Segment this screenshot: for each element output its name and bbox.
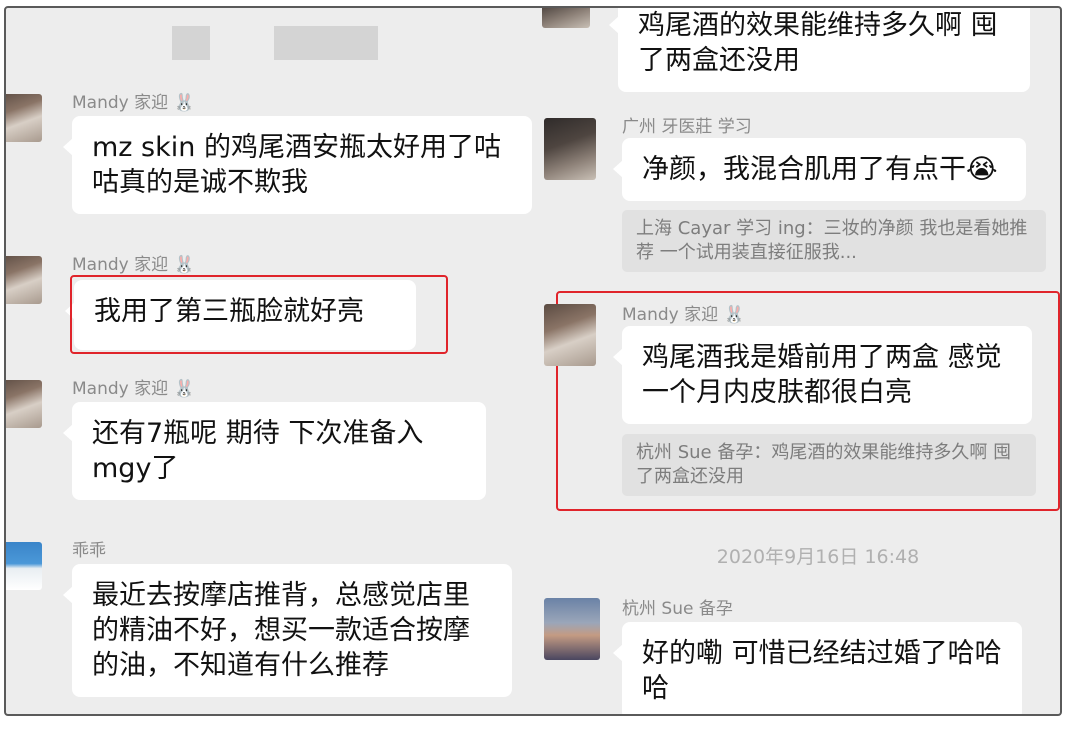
avatar[interactable] [544, 118, 596, 180]
sender-name: Mandy 家迎 🐰 [72, 255, 195, 275]
message-bubble[interactable]: 鸡尾酒的效果能维持多久啊 囤了两盒还没用 [609, 8, 1030, 92]
blurred-title [172, 26, 210, 60]
bunny-icon: 🐰 [173, 255, 195, 275]
message-bubble[interactable]: 鸡尾酒我是婚前用了两盒 感觉一个月内皮肤都很白亮 [613, 326, 1032, 424]
message-bubble[interactable]: 还有7瓶呢 期待 下次准备入mgy了 [63, 402, 486, 500]
avatar[interactable] [6, 542, 42, 590]
sender-name: Mandy 家迎 🐰 [72, 379, 195, 399]
avatar[interactable] [544, 598, 600, 660]
sender-name: 广州 牙医莊 学习 [622, 117, 752, 137]
quoted-reply: 杭州 Sue 备孕：鸡尾酒的效果能维持多久啊 囤了两盒还没用 [622, 434, 1036, 496]
highlight-box [70, 275, 448, 354]
left-chat-panel[interactable]: Mandy 家迎 🐰 mz skin 的鸡尾酒安瓶太好用了咕咕真的是诚不欺我 M… [6, 8, 536, 714]
avatar[interactable] [544, 304, 596, 366]
bunny-icon: 🐰 [723, 305, 745, 325]
chat-screenshot-frame: Mandy 家迎 🐰 mz skin 的鸡尾酒安瓶太好用了咕咕真的是诚不欺我 M… [4, 6, 1062, 716]
right-chat-panel[interactable]: 鸡尾酒的效果能维持多久啊 囤了两盒还没用 广州 牙医莊 学习 净颜，我混合肌用了… [538, 8, 1060, 714]
message-bubble[interactable]: 好的嘞 可惜已经结过婚了哈哈哈 [613, 622, 1022, 714]
bunny-icon: 🐰 [173, 379, 195, 399]
timestamp: 2020年9月16日 16:48 [716, 546, 920, 568]
blurred-title [274, 26, 378, 60]
avatar[interactable] [6, 380, 42, 428]
sender-name: 乖乖 [72, 541, 106, 561]
bunny-icon: 🐰 [173, 93, 195, 113]
sender-name: Mandy 家迎 🐰 [72, 93, 195, 113]
sender-name: Mandy 家迎 🐰 [622, 305, 745, 325]
avatar[interactable] [6, 256, 42, 304]
message-bubble[interactable]: mz skin 的鸡尾酒安瓶太好用了咕咕真的是诚不欺我 [63, 116, 532, 214]
message-bubble[interactable]: 净颜，我混合肌用了有点干😭 [613, 138, 1026, 201]
avatar[interactable] [6, 94, 42, 142]
quoted-reply: 上海 Cayar 学习 ing：三妆的净颜 我也是看她推荐 一个试用装直接征服我… [622, 210, 1046, 272]
message-bubble[interactable]: 最近去按摩店推背，总感觉店里的精油不好，想买一款适合按摩的油，不知道有什么推荐 [63, 564, 512, 697]
avatar[interactable] [542, 8, 590, 28]
sender-name: 杭州 Sue 备孕 [622, 599, 733, 619]
